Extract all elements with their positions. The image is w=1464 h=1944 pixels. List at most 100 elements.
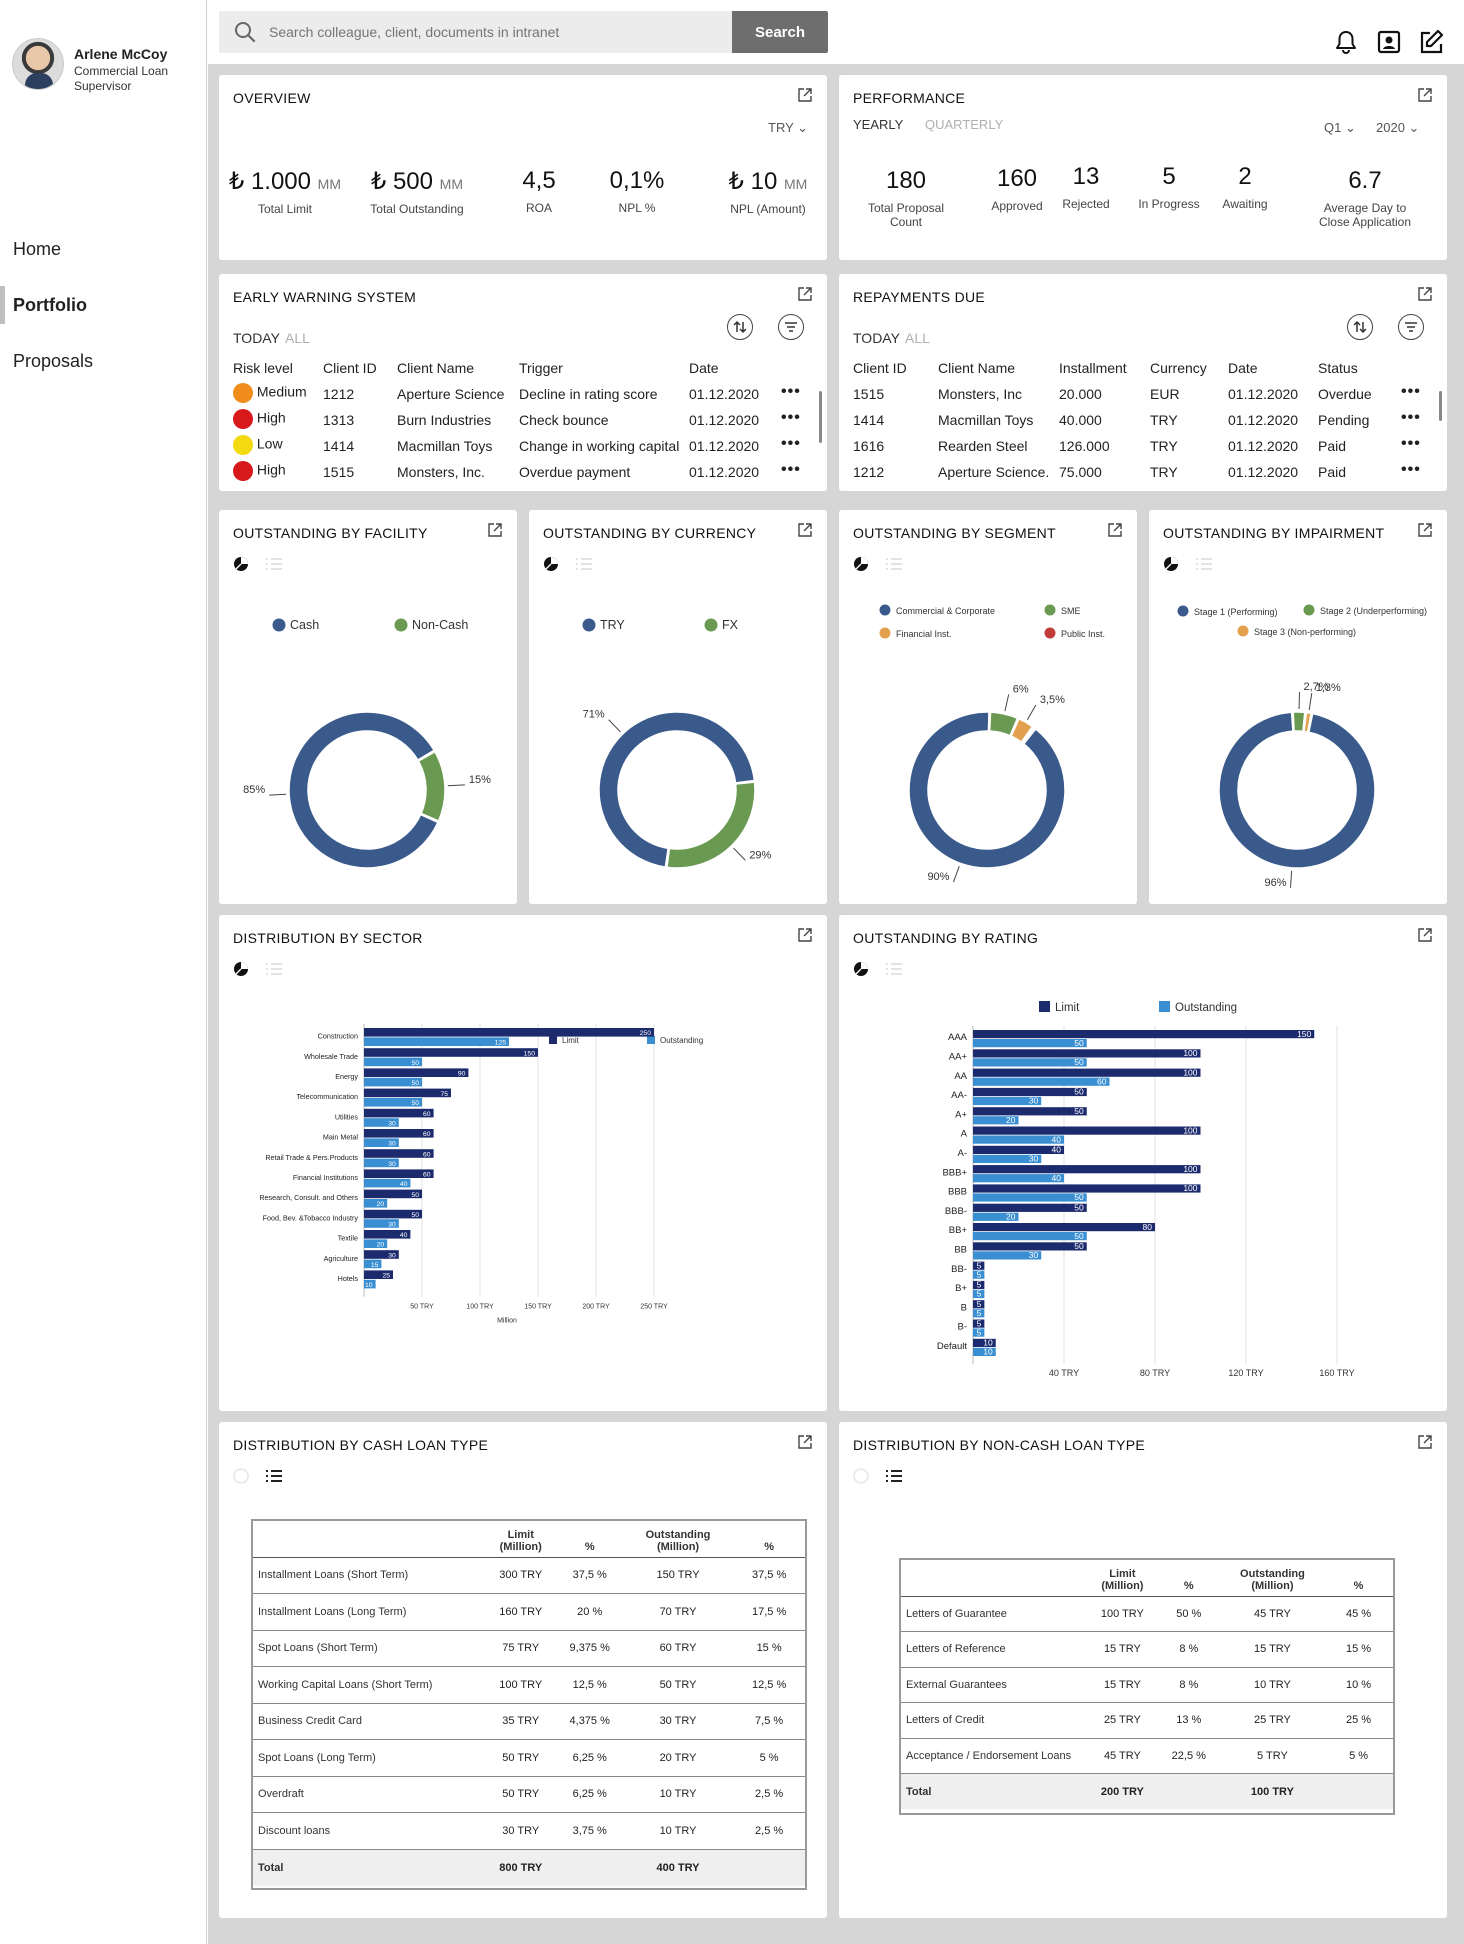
user-profile[interactable]: Arlene McCoy Commercial Loan Supervisor: [12, 38, 184, 94]
table-row[interactable]: Overdraft 50 TRY 6,25 % 10 TRY 2,5 %: [253, 1776, 805, 1813]
table-cell: 12,5 %: [556, 1666, 623, 1704]
client-id: 1414: [323, 438, 355, 454]
legend-item: TRY: [582, 618, 625, 632]
table-row[interactable]: High 1515 Monsters, Inc. Overdue payment 01.…: [233, 460, 803, 486]
donut-chart: Cash Non-Cash 85% 15%: [243, 618, 491, 869]
kpi-value: ₺ 10 MM: [719, 167, 817, 196]
filter-icon[interactable]: [1398, 314, 1424, 340]
table-cell: 10 TRY: [622, 1776, 734, 1813]
list-view-icon[interactable]: [885, 1469, 903, 1488]
more-options-icon[interactable]: •••: [1401, 409, 1421, 427]
avatar[interactable]: [12, 38, 64, 90]
nav-proposals[interactable]: Proposals: [0, 342, 206, 380]
view-toggle: [853, 1468, 903, 1489]
pie-view-icon[interactable]: [853, 1468, 869, 1489]
search-button[interactable]: Search: [732, 11, 828, 53]
search-input[interactable]: [269, 12, 729, 52]
category-label: Financial Institutions: [293, 1173, 359, 1182]
filter-icon[interactable]: [778, 314, 804, 340]
more-options-icon[interactable]: •••: [1401, 435, 1421, 453]
table-row[interactable]: 1515 Monsters, Inc 20.000 EUR 01.12.2020 Over…: [853, 382, 1423, 408]
status: Paid: [1318, 464, 1347, 480]
sidebar: Arlene McCoy Commercial Loan Supervisor …: [0, 0, 207, 1944]
year-select[interactable]: 2020 ⌄: [1376, 120, 1419, 136]
tab-quarterly[interactable]: QUARTERLY: [925, 117, 1003, 132]
table-row[interactable]: High 1313 Burn Industries Check bounce 01.12…: [233, 408, 803, 434]
table-cell: 37,5 %: [556, 1557, 623, 1594]
table-cell: 10 TRY: [622, 1812, 734, 1850]
more-options-icon[interactable]: •••: [1401, 461, 1421, 479]
kpi-label: Approved: [991, 199, 1043, 213]
expand-icon[interactable]: [1417, 286, 1433, 302]
table-row[interactable]: Installment Loans (Long Term) 160 TRY 20 %…: [253, 1593, 805, 1631]
tab-all[interactable]: ALL: [905, 330, 930, 346]
category-label: Wholesale Trade: [304, 1052, 358, 1061]
currency: TRY: [1150, 412, 1178, 428]
table-row[interactable]: Letters of Guarantee 100 TRY 50 % 45 TRY 45 …: [901, 1596, 1393, 1632]
table-row[interactable]: Letters of Reference 15 TRY 8 % 15 TRY 15 %: [901, 1631, 1393, 1668]
table-row[interactable]: Letters of Credit 25 TRY 13 % 25 TRY 25 %: [901, 1702, 1393, 1739]
col-client-name: Client Name: [397, 360, 475, 376]
table-row[interactable]: Working Capital Loans (Short Term) 100 TR…: [253, 1666, 805, 1704]
col-client-id: Client ID: [323, 360, 377, 376]
column-header: Limit (Million): [1087, 1560, 1157, 1597]
currency-select[interactable]: TRY ⌄: [768, 120, 808, 136]
bar: [973, 1068, 1201, 1077]
date: 01.12.2020: [1228, 438, 1299, 454]
table-row[interactable]: Discount loans 30 TRY 3,75 % 10 TRY 2,5 %: [253, 1812, 805, 1850]
category-label: A-: [958, 1148, 968, 1159]
table-row[interactable]: 1212 Aperture Science. 75.000 TRY 01.12.2020…: [853, 460, 1423, 486]
repayments-title: REPAYMENTS DUE: [853, 289, 986, 305]
leader-line: [1290, 870, 1293, 888]
table-row[interactable]: Installment Loans (Short Term) 300 TRY 37,…: [253, 1557, 805, 1594]
expand-icon[interactable]: [797, 286, 813, 302]
expand-icon[interactable]: [797, 1434, 813, 1450]
table-row[interactable]: Acceptance / Endorsement Loans 45 TRY 22,5…: [901, 1738, 1393, 1774]
table-row[interactable]: 1414 Macmillan Toys 40.000 TRY 01.12.2020 Pen…: [853, 408, 1423, 434]
profile-icon[interactable]: [1375, 28, 1403, 56]
quarter-select[interactable]: Q1 ⌄: [1324, 120, 1356, 136]
category-label: Hotels: [338, 1274, 359, 1283]
more-options-icon[interactable]: •••: [1401, 383, 1421, 401]
table-cell: Installment Loans (Short Term): [253, 1557, 485, 1594]
more-options-icon[interactable]: •••: [781, 461, 801, 479]
table-row[interactable]: External Guarantees 15 TRY 8 % 10 TRY 10 %: [901, 1667, 1393, 1703]
more-options-icon[interactable]: •••: [781, 383, 801, 401]
risk-label: Medium: [256, 383, 307, 400]
column-header: Limit (Million): [484, 1521, 557, 1558]
table-row[interactable]: Low 1414 Macmillan Toys Change in working c…: [233, 434, 803, 460]
list-view-icon[interactable]: [265, 1469, 283, 1488]
sort-icon[interactable]: [1347, 314, 1373, 340]
repayments-card: REPAYMENTS DUE TODAY ALL Client ID Clien…: [839, 274, 1447, 491]
table-row[interactable]: Spot Loans (Long Term) 50 TRY 6,25 % 20 TRY…: [253, 1739, 805, 1777]
search-box[interactable]: [219, 11, 732, 53]
table-cell: 30 TRY: [622, 1703, 734, 1740]
nav-home[interactable]: Home: [0, 230, 206, 268]
nav-portfolio[interactable]: Portfolio: [0, 286, 206, 324]
pie-view-icon[interactable]: [233, 1468, 249, 1489]
tab-all[interactable]: ALL: [285, 330, 310, 346]
bar: [973, 1030, 1315, 1039]
more-options-icon[interactable]: •••: [781, 435, 801, 453]
more-options-icon[interactable]: •••: [781, 409, 801, 427]
table-cell: External Guarantees: [901, 1667, 1088, 1703]
bar: [973, 1232, 1087, 1241]
client-id: 1212: [853, 464, 885, 480]
donut-slice: [1292, 711, 1306, 733]
category-label: Telecommunication: [296, 1092, 358, 1101]
scrollbar[interactable]: [819, 391, 822, 443]
expand-icon[interactable]: [1417, 87, 1433, 103]
table-row[interactable]: 1616 Rearden Steel 126.000 TRY 01.12.2020 Pai…: [853, 434, 1423, 460]
table-row[interactable]: Business Credit Card 35 TRY 4,375 % 30 TRY 7…: [253, 1703, 805, 1740]
tab-today[interactable]: TODAY: [853, 330, 900, 346]
compose-icon[interactable]: [1417, 28, 1445, 56]
scrollbar[interactable]: [1439, 391, 1442, 421]
tab-today[interactable]: TODAY: [233, 330, 280, 346]
expand-icon[interactable]: [1417, 1434, 1433, 1450]
expand-icon[interactable]: [797, 87, 813, 103]
table-row[interactable]: Medium 1212 Aperture Science Decline in rat…: [233, 382, 803, 408]
sort-icon[interactable]: [727, 314, 753, 340]
bell-icon[interactable]: [1332, 28, 1360, 56]
table-row[interactable]: Spot Loans (Short Term) 75 TRY 9,375 % 60 T…: [253, 1630, 805, 1667]
tab-yearly[interactable]: YEARLY: [853, 117, 903, 132]
